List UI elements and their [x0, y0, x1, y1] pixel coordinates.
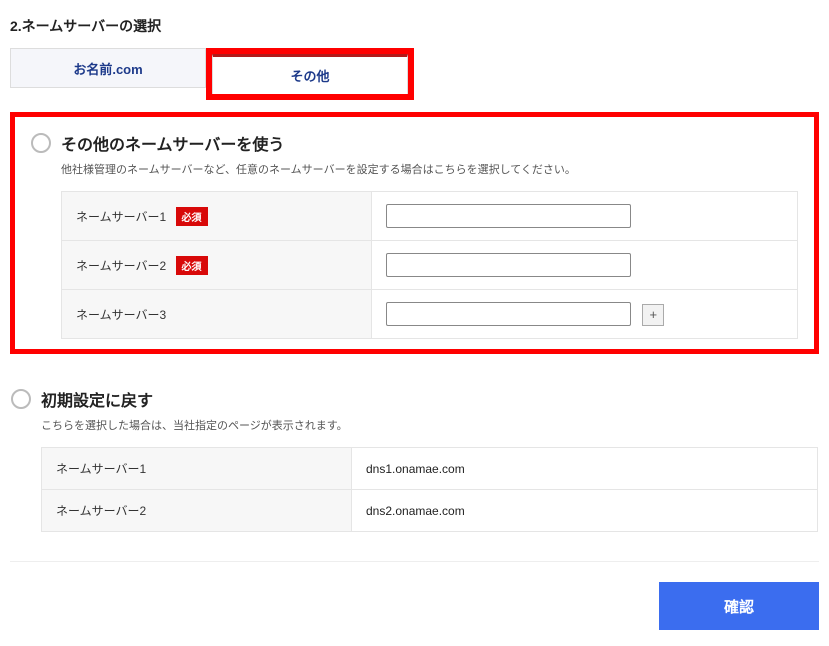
- table-row: ネームサーバー3 +: [62, 290, 798, 339]
- required-badge: 必須: [176, 207, 208, 226]
- table-row: ネームサーバー1 必須: [62, 192, 798, 241]
- add-ns-button[interactable]: +: [642, 304, 664, 326]
- other-ns-table: ネームサーバー1 必須 ネームサーバー2 必須 ネームサーバー3 +: [61, 191, 798, 339]
- radio-other-nameserver[interactable]: [31, 133, 51, 153]
- panel-default-desc: こちらを選択した場合は、当社指定のページが表示されます。: [41, 417, 818, 433]
- ns2-input[interactable]: [386, 253, 631, 277]
- table-row: ネームサーバー1 dns1.onamae.com: [42, 448, 818, 490]
- radio-default-nameserver[interactable]: [11, 389, 31, 409]
- table-row: ネームサーバー2 必須: [62, 241, 798, 290]
- panel-other-title: その他のネームサーバーを使う: [61, 131, 284, 155]
- tab-other-highlight: その他: [206, 48, 414, 100]
- ns3-input[interactable]: [386, 302, 631, 326]
- tab-onamae[interactable]: お名前.com: [10, 48, 206, 88]
- button-row: 確認: [10, 561, 819, 630]
- panel-default-title: 初期設定に戻す: [41, 387, 153, 411]
- panel-other-desc: 他社様管理のネームサーバーなど、任意のネームサーバーを設定する場合はこちらを選択…: [61, 161, 798, 177]
- default-ns-table: ネームサーバー1 dns1.onamae.com ネームサーバー2 dns2.o…: [41, 447, 818, 532]
- ns1-input[interactable]: [386, 204, 631, 228]
- plus-icon: +: [650, 307, 658, 322]
- confirm-button[interactable]: 確認: [659, 582, 819, 630]
- tab-other[interactable]: その他: [212, 54, 408, 94]
- required-badge: 必須: [176, 256, 208, 275]
- table-row: ネームサーバー2 dns2.onamae.com: [42, 490, 818, 532]
- tab-bar: お名前.com その他: [10, 48, 819, 100]
- panel-other-nameserver: その他のネームサーバーを使う 他社様管理のネームサーバーなど、任意のネームサーバ…: [10, 112, 819, 354]
- ns-label: ネームサーバー2: [56, 504, 146, 518]
- ns-value: dns2.onamae.com: [366, 504, 465, 518]
- ns-label: ネームサーバー1: [56, 462, 146, 476]
- ns-label: ネームサーバー2: [76, 259, 166, 273]
- section-title: 2.ネームサーバーの選択: [10, 16, 819, 36]
- ns-label: ネームサーバー3: [76, 308, 166, 322]
- panel-default-nameserver: 初期設定に戻す こちらを選択した場合は、当社指定のページが表示されます。 ネーム…: [10, 372, 819, 543]
- ns-label: ネームサーバー1: [76, 210, 166, 224]
- ns-value: dns1.onamae.com: [366, 462, 465, 476]
